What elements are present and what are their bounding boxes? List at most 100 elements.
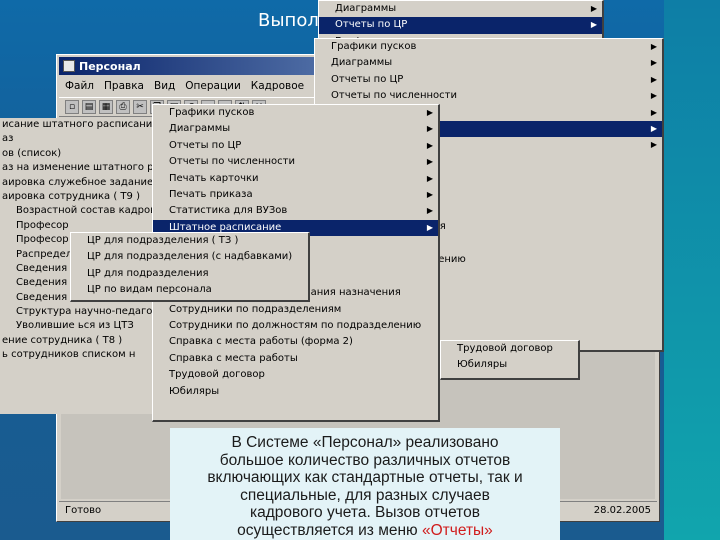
app-icon bbox=[63, 60, 75, 72]
submenu-arrow-icon: ▶ bbox=[650, 42, 657, 51]
menu-item[interactable]: Диаграммы ▶ bbox=[319, 1, 602, 17]
menu-item[interactable]: ЦР по видам персонала bbox=[71, 282, 308, 298]
list-item[interactable]: аировка служебное задание bbox=[0, 176, 164, 190]
menu-item[interactable]: Графики пусков ▶ bbox=[315, 39, 662, 55]
submenu-arrow-icon: ▶ bbox=[590, 4, 597, 13]
menu-item[interactable]: Печать приказа ▶ bbox=[153, 187, 438, 203]
menu-item[interactable]: Диаграммы ▶ bbox=[153, 121, 438, 137]
menu-item-label: ЦР для подразделения ( ТЗ ) bbox=[87, 235, 239, 246]
menu-item-label: Отчеты по ЦР bbox=[335, 19, 408, 31]
list-item[interactable]: Уволившие ься из ЦТЗ bbox=[0, 319, 164, 333]
menu-item-label: Юбиляры bbox=[457, 359, 508, 371]
menu-back-1: Диаграммы▶Отчеты по ЦР▶Графики пусков▶ bbox=[318, 0, 604, 47]
menubar-item[interactable]: Вид bbox=[154, 80, 175, 92]
menu-item[interactable]: Трудовой договор bbox=[441, 341, 578, 357]
caption-line-6-text: осуществляется из меню bbox=[237, 521, 422, 539]
submenu-arrow-icon: ▶ bbox=[650, 91, 657, 101]
menu-item-label: Трудовой договор bbox=[169, 369, 265, 381]
list-item[interactable]: аз bbox=[0, 132, 164, 146]
menu-item[interactable]: Отчеты по численности ▶ bbox=[153, 154, 438, 170]
submenu-arrow-icon: ▶ bbox=[650, 74, 657, 84]
print-icon[interactable]: ⎙ bbox=[116, 100, 130, 114]
caption-line-1: В Системе «Персонал» реализовано bbox=[231, 434, 499, 451]
menu-item[interactable]: Трудовой договор bbox=[153, 367, 438, 383]
menubar-item[interactable]: Правка bbox=[104, 80, 144, 92]
submenu-arrow-icon: ▶ bbox=[650, 107, 657, 117]
slide-title: Выпол bbox=[258, 10, 319, 31]
menu-item-label: Отчеты по численности bbox=[169, 156, 295, 168]
caption-line-4: специальные, для разных случаев bbox=[240, 486, 490, 504]
menu-item[interactable]: ЦР для подразделения bbox=[71, 266, 308, 282]
slide-right-band bbox=[664, 0, 720, 540]
menu-item[interactable]: Сотрудники по должностям по подразделени… bbox=[153, 318, 438, 334]
doc-icon[interactable]: ▫ bbox=[65, 100, 79, 114]
menu-item[interactable]: Отчеты по ЦР ▶ bbox=[319, 17, 602, 34]
list-item[interactable]: Возрастной состав кадрово bbox=[0, 204, 164, 218]
list-item[interactable]: ь сотрудников списком н bbox=[0, 348, 164, 362]
menu-item[interactable]: Отчеты по ЦР ▶ bbox=[315, 72, 662, 88]
menu-item-label: Отчеты по ЦР bbox=[331, 73, 404, 85]
menu-item-label: ЦР для подразделения (с надбавками) bbox=[87, 251, 293, 263]
menu-item[interactable]: Отчеты по численности ▶ bbox=[315, 88, 662, 104]
list-item[interactable]: Професор bbox=[0, 219, 164, 233]
menu-item-label: Диаграммы bbox=[169, 123, 231, 135]
list-item[interactable]: аировка сотрудника ( Т9 ) bbox=[0, 190, 164, 204]
submenu-arrow-icon: ▶ bbox=[426, 222, 433, 232]
submenu-arrow-icon: ▶ bbox=[426, 157, 433, 167]
list-item[interactable]: Структура научно-педагог bbox=[0, 305, 164, 319]
submenu-arrow-icon: ▶ bbox=[590, 20, 597, 30]
caption-line-3: включающих как стандартные отчеты, так и bbox=[207, 469, 523, 486]
menu-item-label: Справка с места работы (форма 2) bbox=[169, 336, 353, 348]
submenu-arrow-icon: ▶ bbox=[426, 108, 433, 117]
list-item[interactable]: аз на изменение штатного ра bbox=[0, 161, 164, 175]
submenu-arrow-icon: ▶ bbox=[426, 189, 433, 199]
menu-item[interactable]: Справка с места работы bbox=[153, 351, 438, 367]
cut-icon[interactable]: ✂ bbox=[133, 100, 147, 114]
menu-item-label: Сотрудники по подразделениям bbox=[169, 303, 342, 315]
list-item[interactable]: исание штатного расписания bbox=[0, 118, 164, 132]
menu-item[interactable]: Юбиляры bbox=[441, 357, 578, 373]
menu-item-label: Сотрудники по должностям по подразделени… bbox=[169, 320, 422, 332]
menu-item-label: Печать приказа bbox=[169, 188, 253, 200]
reports-submenu: ЦР для подразделения ( ТЗ ) ЦР для подраз… bbox=[70, 232, 310, 302]
caption-line-2: большое количество различных отчетов bbox=[219, 451, 511, 469]
submenu-arrow-icon: ▶ bbox=[650, 140, 657, 150]
menu-item[interactable]: Юбиляры bbox=[153, 384, 438, 400]
submenu-arrow-icon: ▶ bbox=[426, 173, 433, 183]
list-item[interactable]: ение сотрудника ( Т8 ) bbox=[0, 334, 164, 348]
save-icon[interactable]: ▦ bbox=[99, 100, 113, 114]
menu-item[interactable]: Справка с места работы (форма 2) bbox=[153, 334, 438, 350]
menu-item[interactable]: Графики пусков ▶ bbox=[153, 105, 438, 121]
menubar-item[interactable]: Операции bbox=[185, 80, 240, 92]
submenu-arrow-icon: ▶ bbox=[426, 140, 433, 150]
menu-item-label: ЦР по видам персонала bbox=[87, 284, 212, 296]
menu-item[interactable]: Диаграммы ▶ bbox=[315, 55, 662, 71]
slide-caption: В Системе «Персонал» реализовано большое… bbox=[170, 428, 560, 540]
submenu-arrow-icon: ▶ bbox=[426, 124, 433, 134]
menu-item-label: Юбиляры bbox=[169, 385, 220, 397]
menu-item-label: Статистика для ВУЗов bbox=[169, 205, 288, 217]
submenu-arrow-icon: ▶ bbox=[426, 206, 433, 216]
menubar-item[interactable]: Кадровое bbox=[251, 80, 304, 92]
submenu-arrow-icon: ▶ bbox=[650, 123, 657, 133]
menu-item-label: Отчеты по численности bbox=[331, 90, 457, 102]
menu-item[interactable]: ЦР для подразделения ( ТЗ ) bbox=[71, 233, 308, 249]
menu-item[interactable]: Сотрудники по подразделениям bbox=[153, 302, 438, 318]
open-icon[interactable]: ▤ bbox=[82, 100, 96, 114]
menu-back-3: Трудовой договор Юбиляры bbox=[440, 340, 580, 380]
menu-item[interactable]: ЦР для подразделения (с надбавками) bbox=[71, 249, 308, 265]
menu-item-label: ЦР для подразделения bbox=[87, 267, 209, 279]
list-item[interactable]: ов (список) bbox=[0, 147, 164, 161]
caption-line-5: кадрового учета. Вызов отчетов bbox=[250, 504, 480, 521]
menu-item-label: Графики пусков bbox=[169, 107, 255, 118]
menu-item-label: Графики пусков bbox=[331, 41, 417, 52]
window-title: Персонал bbox=[79, 59, 141, 73]
menu-item[interactable]: Печать карточки ▶ bbox=[153, 171, 438, 187]
menu-item-label: Печать карточки bbox=[169, 172, 259, 184]
menu-item-label: Отчеты по ЦР bbox=[169, 139, 242, 151]
status-date: 28.02.2005 bbox=[593, 505, 651, 516]
menu-item[interactable]: Статистика для ВУЗов ▶ bbox=[153, 203, 438, 219]
menu-item[interactable]: Отчеты по ЦР ▶ bbox=[153, 138, 438, 154]
menubar-item[interactable]: Файл bbox=[65, 80, 94, 92]
menu-item-label: Трудовой договор bbox=[457, 343, 553, 354]
